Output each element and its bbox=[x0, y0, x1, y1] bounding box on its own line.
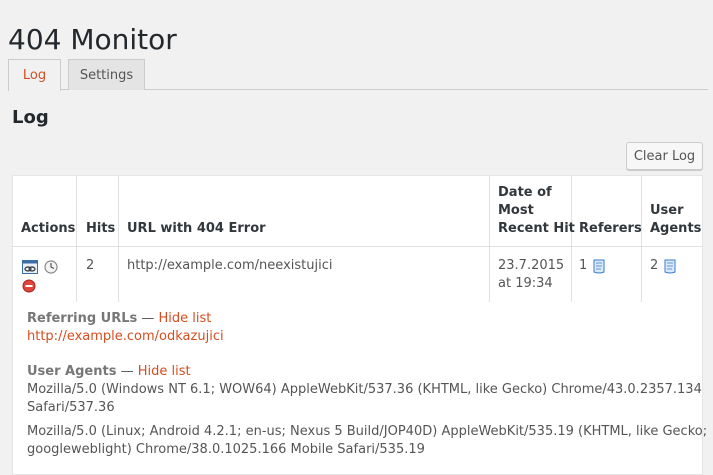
user-agents-label: User Agents bbox=[27, 364, 117, 379]
tab-settings[interactable]: Settings bbox=[68, 59, 145, 90]
section-title: Log bbox=[12, 107, 49, 128]
user-agents-list-icon[interactable] bbox=[663, 259, 677, 275]
header-date-line2[interactable]: Most bbox=[498, 202, 534, 220]
column-divider bbox=[118, 176, 119, 302]
tab-bar: Log Settings bbox=[8, 59, 708, 91]
column-divider bbox=[76, 176, 77, 302]
referring-url-link[interactable]: http://example.com/odkazujici bbox=[27, 328, 224, 346]
column-divider bbox=[571, 176, 572, 302]
column-divider bbox=[641, 176, 642, 302]
hide-referers-link[interactable]: Hide list bbox=[159, 311, 212, 326]
row-url: http://example.com/neexistujici bbox=[127, 258, 333, 273]
clock-icon[interactable] bbox=[44, 260, 58, 274]
log-table: Actions Hits URL with 404 Error Date of … bbox=[12, 175, 707, 475]
separator: — bbox=[116, 364, 138, 379]
hide-user-agents-link[interactable]: Hide list bbox=[138, 364, 191, 379]
delete-icon[interactable] bbox=[22, 279, 36, 293]
user-agent-1-line2: Safari/537.36 bbox=[27, 400, 115, 415]
user-agent-2-line1: Mozilla/5.0 (Linux; Android 4.2.1; en-us… bbox=[27, 424, 708, 439]
row-user-agents-count: 2 bbox=[650, 258, 659, 273]
row-date-line1: 23.7.2015 bbox=[498, 258, 565, 273]
page-title: 404 Monitor bbox=[8, 22, 177, 56]
referring-urls-header: Referring URLs — Hide list bbox=[27, 310, 211, 328]
header-user-agents-line2[interactable]: Agents bbox=[650, 220, 701, 238]
header-user-agents-line1[interactable]: User bbox=[650, 202, 684, 220]
clear-log-button[interactable]: Clear Log bbox=[626, 142, 703, 170]
header-date-line1[interactable]: Date of bbox=[498, 184, 552, 202]
row-date-line2: at 19:34 bbox=[498, 276, 553, 291]
user-agent-2-line2: googleweblight) Chrome/38.0.1025.166 Mob… bbox=[27, 442, 425, 457]
header-hits[interactable]: Hits bbox=[86, 220, 115, 238]
user-agents-header: User Agents — Hide list bbox=[27, 363, 191, 381]
tab-log[interactable]: Log bbox=[8, 59, 61, 91]
header-date-line3[interactable]: Recent Hit bbox=[498, 220, 575, 238]
row-referers-count: 1 bbox=[579, 258, 588, 273]
referers-list-icon[interactable] bbox=[592, 259, 606, 275]
user-agent-1-line1: Mozilla/5.0 (Windows NT 6.1; WOW64) Appl… bbox=[27, 382, 702, 397]
browser-link-icon[interactable] bbox=[22, 260, 38, 274]
header-actions: Actions bbox=[21, 221, 76, 236]
header-referers[interactable]: Referers bbox=[579, 220, 642, 238]
row-hits: 2 bbox=[86, 258, 95, 273]
referring-urls-label: Referring URLs bbox=[27, 311, 138, 326]
column-divider bbox=[489, 176, 490, 302]
separator: — bbox=[137, 311, 159, 326]
header-url[interactable]: URL with 404 Error bbox=[127, 220, 266, 238]
